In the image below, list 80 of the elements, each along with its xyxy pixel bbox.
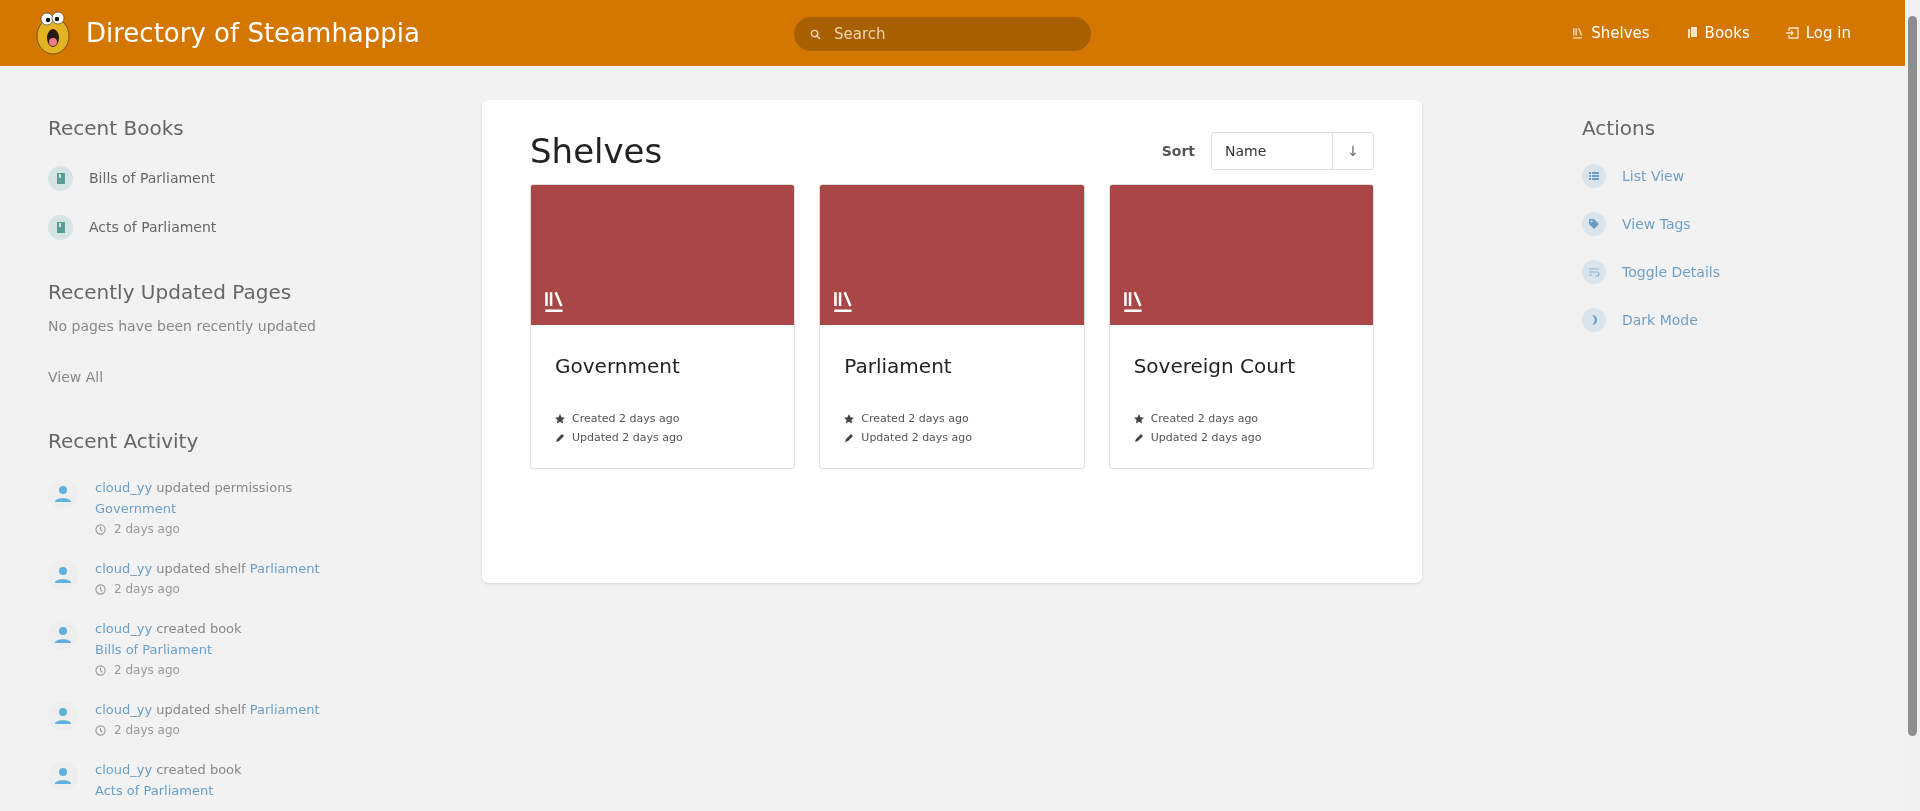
avatar-icon [48,620,78,650]
shelf-card[interactable]: Parliament Created 2 days ago Updated 2 days ago [819,184,1085,469]
activity-time: 2 days ago [114,722,180,739]
search-field[interactable]: Search [794,17,1091,51]
tag-icon [1582,212,1606,236]
book-icon [48,166,73,191]
activity-time: 2 days ago [114,581,180,598]
shelf-meta: Updated 2 days ago [1150,429,1262,446]
book-icon [48,215,73,240]
pencil-icon [844,432,855,443]
search-icon [810,29,821,40]
view-all-link[interactable]: View All [48,367,104,388]
section-heading: Actions [1582,118,1657,138]
shelf-meta: Created 2 days ago [1150,411,1259,427]
shelf-title: Government [555,353,681,380]
activity-text: cloud_yy updated shelf Parliament [95,560,321,578]
login-icon [1785,27,1799,39]
books-icon [1685,27,1698,39]
page-title: Shelves [530,134,663,168]
user-link[interactable]: cloud_yy [95,702,153,717]
clock-icon [95,523,106,535]
moon-icon [1582,308,1606,332]
sort-direction-button[interactable]: ↓ [1333,133,1373,169]
user-link[interactable]: cloud_yy [95,762,153,777]
shelf-meta: Created 2 days ago [861,411,969,427]
avatar-icon [48,701,78,731]
user-link[interactable]: cloud_yy [95,561,153,576]
action-link[interactable]: List View [1582,164,1905,188]
avatar-icon [48,560,78,590]
shelf-icon [543,290,566,313]
user-link[interactable]: cloud_yy [95,480,153,495]
clock-icon [95,724,106,736]
star-icon [1133,414,1144,425]
shelf-icon [1121,290,1145,313]
shelf-card[interactable]: Government Created 2 days ago Updated 2 days ago [530,184,796,469]
clock-icon [95,583,106,595]
sort-label: Sort [1161,141,1195,161]
shelf-title: Sovereign Court [1133,353,1297,380]
sort-dropdown[interactable]: Name [1212,133,1333,169]
list-icon [1582,164,1606,188]
section-heading: Recent Books [48,118,185,138]
pencil-icon [555,432,565,443]
activity-text: cloud_yy created book Bills of Parliament [95,620,243,659]
item-link[interactable]: Parliament [249,561,320,576]
book-link[interactable]: Bills of Parliament [48,166,388,191]
item-link[interactable]: Bills of Parliament [95,642,213,657]
activity-text: cloud_yy updated permissions Government [95,479,294,518]
section-heading: Recent Activity [48,431,200,451]
item-link[interactable]: Government [95,501,177,516]
clock-icon [95,664,106,676]
nav-link[interactable]: Log in [1773,15,1863,51]
shelf-meta: Created 2 days ago [572,411,680,427]
action-link[interactable]: Dark Mode [1582,308,1905,332]
star-icon [555,414,565,425]
shelf-meta: Updated 2 days ago [572,429,683,446]
activity-time: 2 days ago [114,662,180,679]
book-link[interactable]: Acts of Parliament [48,215,388,240]
star-icon [844,414,855,425]
activity-time: 2 days ago [114,521,180,538]
section-heading: Recently Updated Pages [48,282,293,302]
nav-link[interactable]: Books [1673,15,1762,51]
action-link[interactable]: View Tags [1582,212,1905,236]
user-link[interactable]: cloud_yy [95,621,153,636]
avatar-icon [48,479,78,509]
logo-icon [34,10,72,56]
avatar-icon [48,761,78,791]
shelf-card[interactable]: Sovereign Court Created 2 days ago Updated 2 days ago [1108,184,1374,469]
activity-text: cloud_yy updated shelf Parliament [95,701,321,719]
nav-link[interactable]: Shelves [1560,15,1662,51]
action-link[interactable]: Toggle Details [1582,260,1905,284]
item-link[interactable]: Parliament [249,702,320,717]
activity-text: cloud_yy created book Acts of Parliament [95,761,243,800]
site-title[interactable]: Directory of Steamhappia [86,13,420,53]
pencil-icon [1133,432,1144,443]
shelf-title: Parliament [844,353,953,380]
empty-message: No pages have been recently updated [48,317,317,336]
shelf-meta: Updated 2 days ago [861,429,973,446]
item-link[interactable]: Acts of Parliament [95,783,214,798]
details-icon [1582,260,1606,284]
shelves-icon [1572,27,1585,39]
